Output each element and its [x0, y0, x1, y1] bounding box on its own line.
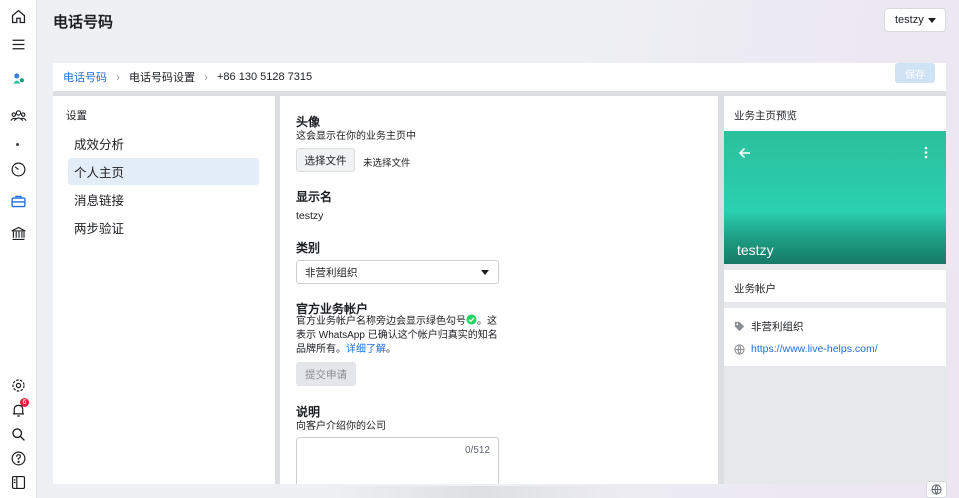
sidebar-toggle-icon[interactable]: [0, 470, 37, 494]
scroll-shadow: [330, 486, 630, 498]
separator-dot: [16, 143, 19, 146]
display-name-title: 显示名: [296, 190, 333, 204]
chevron-right-icon: ›: [204, 70, 208, 84]
caret-down-icon: [928, 18, 936, 23]
bank-icon[interactable]: [0, 221, 37, 245]
account-name: testzy: [895, 14, 924, 26]
preview-category: 非营利组织: [751, 321, 804, 333]
help-icon[interactable]: [0, 446, 37, 470]
nav-item-message-links[interactable]: 消息链接: [68, 186, 259, 213]
verified-check-icon: [466, 314, 477, 325]
account-selector[interactable]: testzy: [884, 8, 946, 32]
breadcrumb-phone-settings[interactable]: 电话号码设置: [129, 69, 195, 85]
official-text-part1: 官方业务帐户名称旁边会显示绿色勾号: [296, 316, 466, 327]
nav-item-insights[interactable]: 成效分析: [68, 130, 259, 157]
preview-heading: 业务主页预览: [724, 96, 946, 131]
search-icon[interactable]: [0, 422, 37, 446]
back-arrow-icon: [738, 147, 750, 159]
category-select[interactable]: 非营利组织: [296, 260, 499, 284]
briefcase-icon[interactable]: [0, 189, 37, 213]
gauge-icon[interactable]: [0, 157, 37, 181]
category-title: 类别: [296, 241, 321, 255]
preview-category-row: 非营利组织: [734, 319, 804, 334]
preview-header-banner: testzy: [724, 131, 946, 264]
settings-heading: 设置: [66, 110, 87, 122]
home-icon[interactable]: [0, 4, 37, 28]
language-globe-icon[interactable]: [926, 481, 947, 498]
description-textarea[interactable]: 0/512: [296, 437, 499, 484]
submit-request-button[interactable]: 提交申请: [296, 362, 356, 386]
globe-icon: [734, 343, 745, 355]
notification-badge: 6: [20, 398, 29, 407]
people-icon[interactable]: [0, 103, 37, 127]
breadcrumb: 电话号码 › 电话号码设置 › +86 130 5128 7315 保存: [53, 63, 946, 91]
page-title: 电话号码: [53, 14, 114, 31]
breadcrumb-phone-numbers[interactable]: 电话号码: [63, 69, 107, 85]
display-name-value: testzy: [296, 210, 324, 222]
profile-preview-panel: 业务主页预览 testzy 业务帐户 非营利组织 https://www.liv…: [724, 96, 946, 484]
official-account-description: 官方业务帐户名称旁边会显示绿色勾号 。这表示 WhatsApp 已确认这个帐户归真…: [296, 314, 501, 357]
description-subtitle: 向客户介绍你的公司: [296, 421, 386, 432]
menu-icon[interactable]: [0, 32, 37, 56]
profile-form: 头像 这会显示在你的业务主页中 选择文件 未选择文件 显示名 testzy 类别…: [280, 96, 718, 484]
left-navigation-rail: 6: [0, 0, 37, 498]
nav-item-two-step[interactable]: 两步验证: [68, 214, 259, 241]
official-text-part3: 。: [386, 344, 396, 355]
learn-more-link[interactable]: 详细了解: [346, 344, 386, 355]
breadcrumb-current-number: +86 130 5128 7315: [217, 71, 313, 83]
no-file-label: 未选择文件: [363, 158, 411, 169]
preview-info-card: 非营利组织 https://www.live-helps.com/: [724, 308, 946, 366]
preview-business-name: testzy: [737, 242, 774, 258]
settings-panel: 设置 成效分析 个人主页 消息链接 两步验证: [53, 96, 275, 484]
gear-icon[interactable]: [0, 373, 37, 397]
category-selected-value: 非营利组织: [305, 266, 358, 279]
more-vertical-icon: [924, 146, 928, 159]
character-counter: 0/512: [464, 445, 490, 456]
choose-file-button[interactable]: 选择文件: [296, 148, 355, 172]
tag-icon: [734, 321, 745, 332]
avatar-subtitle: 这会显示在你的业务主页中: [296, 131, 416, 142]
nav-item-profile[interactable]: 个人主页: [68, 158, 259, 185]
bell-icon[interactable]: 6: [0, 398, 37, 422]
whatsapp-manager-icon[interactable]: [0, 66, 37, 90]
preview-website-link[interactable]: https://www.live-helps.com/: [751, 343, 878, 355]
save-button[interactable]: 保存: [895, 63, 935, 83]
preview-section-title: 业务帐户: [724, 270, 946, 302]
caret-down-icon: [481, 270, 489, 275]
chevron-right-icon: ›: [116, 70, 120, 84]
preview-website-row: https://www.live-helps.com/: [734, 343, 878, 355]
